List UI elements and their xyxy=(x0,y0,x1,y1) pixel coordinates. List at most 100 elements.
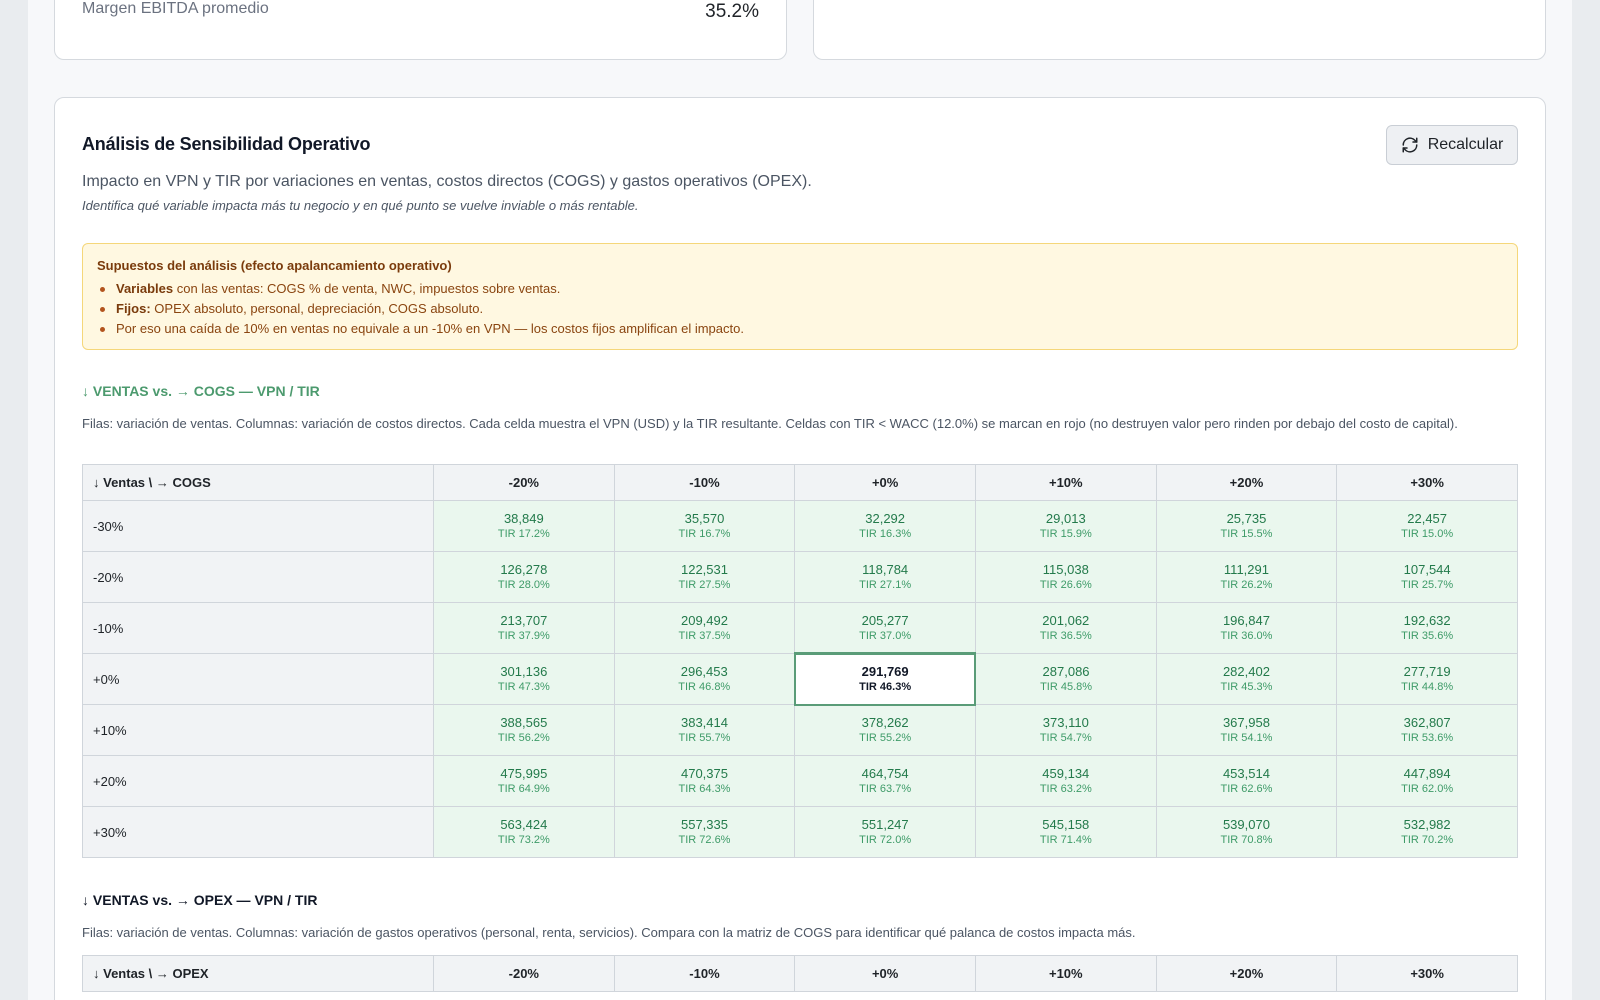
matrix-cell[interactable]: 373,110 TIR 54.7% xyxy=(974,704,1157,756)
matrix-cell[interactable]: 296,453 TIR 46.8% xyxy=(613,653,796,705)
section-subtitle: Impacto en VPN y TIR por variaciones en … xyxy=(82,173,812,190)
matrix-row-header: -20% xyxy=(82,551,434,603)
matrix-cell[interactable]: 362,807 TIR 53.6% xyxy=(1336,704,1518,756)
table-header-row: ↓ Ventas \ → OPEX -20% -10% +0% +10% +20% +30… xyxy=(82,955,1518,992)
cell-vpn: 464,754 xyxy=(861,766,909,781)
matrix-cell[interactable]: 287,086 TIR 45.8% xyxy=(974,653,1157,705)
table-row: +30% 563,424 TIR 73.2% 557,335 TIR 72.6% 551,… xyxy=(82,806,1518,858)
assumptions-box: Supuestos del análisis (efecto apalancam… xyxy=(82,243,1518,350)
cell-vpn: 107,544 xyxy=(1403,562,1451,577)
matrix-cell[interactable]: 111,291 TIR 26.2% xyxy=(1155,551,1338,603)
table-row: +20% 475,995 TIR 64.9% 470,375 TIR 64.3% 464,… xyxy=(82,755,1518,807)
cell-vpn: 388,565 xyxy=(500,715,548,730)
cell-tir: TIR 15.5% xyxy=(1220,528,1273,540)
matrix-cell[interactable]: 25,735 TIR 15.5% xyxy=(1155,500,1338,552)
cell-vpn: 29,013 xyxy=(1045,511,1086,526)
matrix-cell[interactable]: 475,995 TIR 64.9% xyxy=(433,755,615,807)
matrix-cell[interactable]: 32,292 TIR 16.3% xyxy=(794,500,976,552)
table-row: -10% 213,707 TIR 37.9% 209,492 TIR 37.5% 205,… xyxy=(82,602,1518,654)
matrix-cell[interactable]: 22,457 TIR 15.0% xyxy=(1336,500,1518,552)
matrix-cell[interactable]: 301,136 TIR 47.3% xyxy=(433,653,615,705)
cell-vpn: 38,849 xyxy=(503,511,544,526)
cell-tir: TIR 36.5% xyxy=(1039,630,1092,642)
matrix-cell[interactable]: 213,707 TIR 37.9% xyxy=(433,602,615,654)
matrix-cell[interactable]: 115,038 TIR 26.6% xyxy=(974,551,1157,603)
matrix-cell[interactable]: 205,277 TIR 37.0% xyxy=(794,602,976,654)
matrix-row-header: -30% xyxy=(82,500,434,552)
metric-value: 35.2% xyxy=(705,1,759,22)
matrix-corner-header: ↓ Ventas \ → COGS xyxy=(82,464,434,501)
matrix-cell[interactable]: 557,335 TIR 72.6% xyxy=(613,806,796,858)
cell-tir: TIR 62.0% xyxy=(1401,783,1454,795)
matrix-column-header: +0% xyxy=(794,464,976,501)
matrix-cell[interactable]: 563,424 TIR 73.2% xyxy=(433,806,615,858)
matrix-row-header: -10% xyxy=(82,602,434,654)
matrix-cell[interactable]: 201,062 TIR 36.5% xyxy=(974,602,1157,654)
matrix-cell[interactable]: 470,375 TIR 64.3% xyxy=(613,755,796,807)
matrix-cell[interactable]: 126,278 TIR 28.0% xyxy=(433,551,615,603)
matrix-cell[interactable]: 282,402 TIR 45.3% xyxy=(1155,653,1338,705)
cell-tir: TIR 73.2% xyxy=(497,834,550,846)
cell-vpn: 475,995 xyxy=(500,766,548,781)
matrix-corner-header: ↓ Ventas \ → OPEX xyxy=(82,955,434,992)
cell-tir: TIR 37.5% xyxy=(678,630,731,642)
matrix-column-header: +0% xyxy=(794,955,976,992)
sensitivity-card: Análisis de Sensibilidad Operativo Recal… xyxy=(54,97,1546,1000)
cell-tir: TIR 15.0% xyxy=(1401,528,1454,540)
cell-tir: TIR 54.7% xyxy=(1039,732,1092,744)
page: Margen EBITDA promedio 35.2% Análisis de… xyxy=(28,0,1572,1000)
matrix-cell[interactable]: 107,544 TIR 25.7% xyxy=(1336,551,1518,603)
matrix-cell[interactable]: 367,958 TIR 54.1% xyxy=(1155,704,1338,756)
matrix-cell[interactable]: 383,414 TIR 55.7% xyxy=(613,704,796,756)
matrix-cell[interactable]: 192,632 TIR 35.6% xyxy=(1336,602,1518,654)
cell-tir: TIR 37.0% xyxy=(859,629,912,642)
cell-tir: TIR 45.3% xyxy=(1220,681,1273,693)
recalculate-button[interactable]: Recalcular xyxy=(1386,125,1518,165)
matrix-cell[interactable]: 388,565 TIR 56.2% xyxy=(433,704,615,756)
cell-tir: TIR 55.7% xyxy=(678,732,731,744)
cell-vpn: 383,414 xyxy=(680,715,728,730)
cell-vpn: 282,402 xyxy=(1222,664,1270,679)
matrix-cell[interactable]: 545,158 TIR 71.4% xyxy=(974,806,1157,858)
matrix-cell[interactable]: 532,982 TIR 70.2% xyxy=(1336,806,1518,858)
matrix-cell[interactable]: 539,070 TIR 70.8% xyxy=(1155,806,1338,858)
matrix-cell[interactable]: 29,013 TIR 15.9% xyxy=(974,500,1157,552)
matrix-cell[interactable]: 35,570 TIR 16.7% xyxy=(613,500,796,552)
cell-tir: TIR 17.2% xyxy=(497,528,550,540)
cell-vpn: 196,847 xyxy=(1222,613,1270,628)
cell-tir: TIR 26.6% xyxy=(1039,579,1092,591)
cell-vpn: 557,335 xyxy=(680,817,728,832)
cell-tir: TIR 44.8% xyxy=(1401,681,1454,693)
matrix-cell[interactable]: 378,262 TIR 55.2% xyxy=(794,704,976,756)
ebitda-margin-card: Margen EBITDA promedio 35.2% xyxy=(54,0,787,60)
cell-vpn: 563,424 xyxy=(500,817,548,832)
cell-vpn: 373,110 xyxy=(1042,715,1089,730)
matrix-cell[interactable]: 196,847 TIR 36.0% xyxy=(1155,602,1338,654)
cell-tir: TIR 16.3% xyxy=(859,528,912,540)
matrix-cell[interactable]: 118,784 TIR 27.1% xyxy=(794,551,976,603)
matrix-cell[interactable]: 447,894 TIR 62.0% xyxy=(1336,755,1518,807)
cell-tir: TIR 35.6% xyxy=(1401,630,1454,642)
matrix-cell[interactable]: 291,769 TIR 46.3% xyxy=(793,652,977,706)
matrix-cell[interactable]: 459,134 TIR 63.2% xyxy=(974,755,1157,807)
matrix-cell[interactable]: 122,531 TIR 27.5% xyxy=(613,551,796,603)
cell-vpn: 367,958 xyxy=(1222,715,1270,730)
matrix-cell[interactable]: 464,754 TIR 63.7% xyxy=(794,755,976,807)
assumption-item: Variables con las ventas: COGS % de vent… xyxy=(97,279,1503,299)
matrix-cell[interactable]: 209,492 TIR 37.5% xyxy=(613,602,796,654)
matrix-row-header: +30% xyxy=(82,806,434,858)
cell-tir: TIR 47.3% xyxy=(497,681,550,693)
matrix-column-header: +10% xyxy=(974,955,1157,992)
assumptions-list: Variables con las ventas: COGS % de vent… xyxy=(97,279,1503,339)
matrix-cell[interactable]: 453,514 TIR 62.6% xyxy=(1155,755,1338,807)
matrix-cell[interactable]: 38,849 TIR 17.2% xyxy=(433,500,615,552)
matrix-column-header: -20% xyxy=(433,464,615,501)
cell-vpn: 35,570 xyxy=(684,511,725,526)
table-row: -20% 126,278 TIR 28.0% 122,531 TIR 27.5% 118,… xyxy=(82,551,1518,603)
cell-tir: TIR 53.6% xyxy=(1401,732,1454,744)
cell-vpn: 209,492 xyxy=(680,613,728,628)
matrix-cell[interactable]: 551,247 TIR 72.0% xyxy=(794,806,976,858)
table-header-row: ↓ Ventas \ → COGS -20% -10% +0% +10% +20% +30… xyxy=(82,464,1518,501)
matrix-cell[interactable]: 277,719 TIR 44.8% xyxy=(1336,653,1518,705)
cell-vpn: 192,632 xyxy=(1403,613,1451,628)
